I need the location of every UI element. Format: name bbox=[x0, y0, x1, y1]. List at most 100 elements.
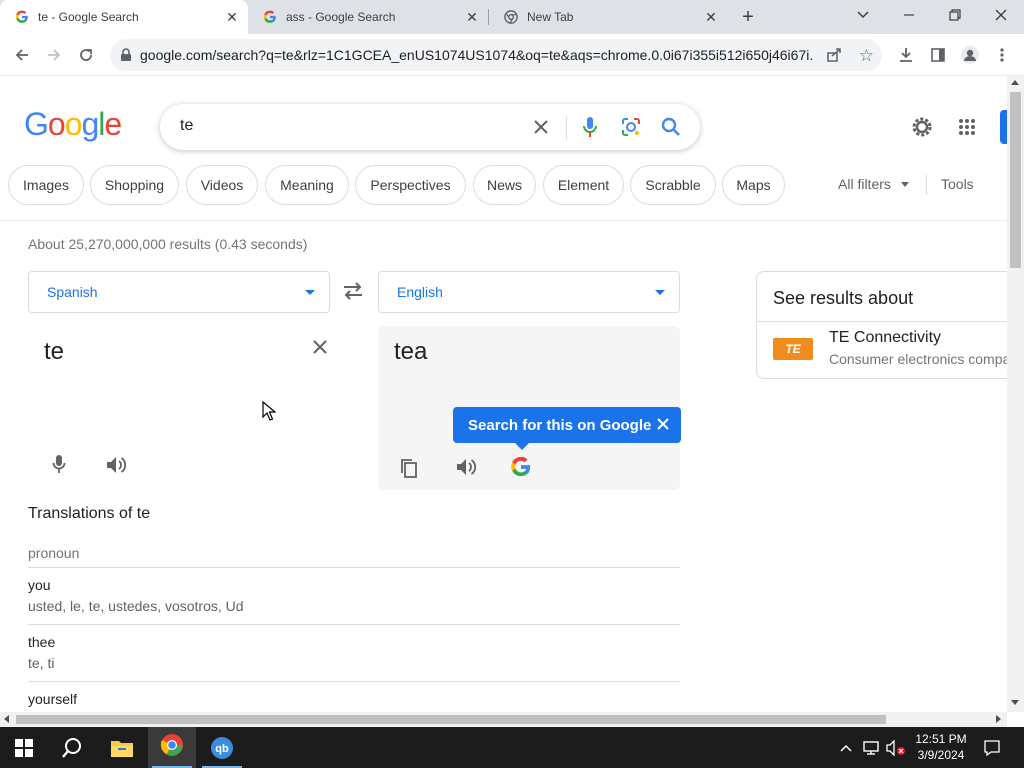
source-language-label: Spanish bbox=[47, 284, 98, 300]
tab-strip: te - Google Search ✕ ass - Google Search… bbox=[0, 0, 1024, 34]
entity-link[interactable]: TE TE Connectivity Consumer electronics … bbox=[757, 322, 1007, 378]
network-icon[interactable] bbox=[860, 727, 882, 768]
horizontal-scrollbar[interactable] bbox=[0, 712, 1007, 727]
divider bbox=[28, 681, 680, 682]
volume-muted-icon[interactable] bbox=[884, 727, 908, 768]
chrome-taskbar-button[interactable] bbox=[148, 727, 196, 768]
scroll-up-icon[interactable] bbox=[1011, 80, 1019, 85]
speaker-icon[interactable] bbox=[456, 458, 476, 481]
profile-icon[interactable] bbox=[957, 42, 983, 68]
folder-icon[interactable] bbox=[98, 727, 146, 768]
header-divider bbox=[0, 220, 1007, 221]
chevron-down-icon[interactable] bbox=[850, 2, 876, 28]
restore-icon[interactable] bbox=[942, 2, 968, 28]
mic-icon[interactable] bbox=[582, 116, 598, 143]
reload-icon[interactable] bbox=[73, 42, 99, 68]
translation-word: thee bbox=[28, 634, 56, 650]
tools-button[interactable]: Tools bbox=[941, 176, 974, 192]
search-input[interactable]: te bbox=[180, 117, 193, 135]
close-icon[interactable]: ✕ bbox=[462, 7, 482, 27]
google-search-icon[interactable] bbox=[510, 456, 532, 483]
star-icon[interactable]: ☆ bbox=[859, 46, 874, 66]
close-icon[interactable] bbox=[657, 417, 669, 434]
translation-word: yourself bbox=[28, 691, 78, 707]
lock-icon[interactable] bbox=[120, 48, 132, 62]
chip-perspectives[interactable]: Perspectives bbox=[355, 165, 466, 205]
divider bbox=[566, 116, 567, 140]
chip-maps[interactable]: Maps bbox=[722, 165, 785, 205]
filter-divider bbox=[926, 175, 927, 195]
vertical-scrollbar[interactable] bbox=[1007, 76, 1024, 712]
divider bbox=[28, 624, 680, 625]
caret-down-icon bbox=[305, 290, 315, 295]
chip-label: Videos bbox=[200, 177, 244, 193]
sign-in-button[interactable] bbox=[1000, 110, 1007, 144]
plus-icon[interactable]: + bbox=[735, 4, 761, 30]
close-window-icon[interactable] bbox=[988, 2, 1014, 28]
google-logo[interactable]: Google bbox=[24, 106, 122, 143]
google-results-page: Google te Images Shopping Videos Meaning bbox=[0, 76, 1007, 712]
address-bar[interactable]: google.com/search?q=te&rlz=1C1GCEA_enUS1… bbox=[110, 39, 882, 71]
scroll-right-icon[interactable] bbox=[996, 715, 1001, 723]
scrollbar-thumb[interactable] bbox=[1010, 92, 1021, 268]
chip-news[interactable]: News bbox=[473, 165, 536, 205]
tray-overflow-icon[interactable] bbox=[836, 727, 856, 768]
svg-text:qb: qb bbox=[215, 743, 229, 755]
share-icon[interactable] bbox=[826, 47, 842, 68]
download-icon[interactable] bbox=[893, 42, 919, 68]
forward-icon[interactable] bbox=[41, 42, 67, 68]
windows-taskbar: qb 12:51 PM 3/9/2024 bbox=[0, 727, 1024, 768]
target-language-select[interactable]: English bbox=[378, 271, 680, 313]
chip-element[interactable]: Element bbox=[543, 165, 624, 205]
sidepanel-icon[interactable] bbox=[925, 42, 951, 68]
source-language-select[interactable]: Spanish bbox=[28, 271, 330, 313]
speaker-icon[interactable] bbox=[106, 456, 126, 479]
search-for-this-tooltip[interactable]: Search for this on Google bbox=[453, 407, 681, 450]
apps-icon[interactable] bbox=[958, 118, 976, 141]
chip-videos[interactable]: Videos bbox=[186, 165, 258, 205]
tab-new-tab[interactable]: New Tab ✕ bbox=[489, 0, 727, 34]
scrollbar-thumb[interactable] bbox=[16, 715, 886, 724]
chip-meaning[interactable]: Meaning bbox=[265, 165, 349, 205]
chip-shopping[interactable]: Shopping bbox=[90, 165, 179, 205]
back-icon[interactable] bbox=[9, 42, 35, 68]
swap-icon[interactable] bbox=[342, 282, 364, 305]
scroll-down-icon[interactable] bbox=[1011, 700, 1019, 705]
all-filters-button[interactable]: All filters bbox=[838, 176, 909, 192]
windows-icon[interactable] bbox=[0, 727, 48, 768]
list-item: you usted, le, te, ustedes, vosotros, Ud bbox=[28, 577, 244, 614]
qbittorrent-icon[interactable]: qb bbox=[198, 727, 246, 768]
tab-ass-search[interactable]: ass - Google Search ✕ bbox=[248, 0, 488, 34]
search-icon[interactable] bbox=[660, 116, 682, 143]
clock-time: 12:51 PM bbox=[915, 732, 967, 746]
copy-icon[interactable] bbox=[400, 458, 418, 483]
chip-scrabble[interactable]: Scrabble bbox=[630, 165, 716, 205]
notification-icon[interactable] bbox=[980, 727, 1004, 768]
chrome-icon bbox=[503, 9, 519, 25]
list-item: thee te, ti bbox=[28, 634, 55, 671]
chip-images[interactable]: Images bbox=[8, 165, 84, 205]
chip-label: Perspectives bbox=[370, 177, 451, 193]
search-taskbar-icon[interactable] bbox=[48, 727, 96, 768]
gear-icon[interactable] bbox=[910, 115, 934, 144]
close-icon[interactable]: ✕ bbox=[701, 7, 721, 27]
entity-desc: Consumer electronics compa bbox=[829, 351, 1007, 367]
source-text-area[interactable]: te bbox=[28, 326, 348, 490]
source-text[interactable]: te bbox=[44, 338, 64, 366]
clear-source-icon[interactable] bbox=[312, 339, 328, 360]
part-of-speech: pronoun bbox=[28, 545, 80, 561]
entity-name[interactable]: TE Connectivity bbox=[829, 329, 941, 347]
clear-icon[interactable] bbox=[532, 118, 550, 141]
te-logo: TE bbox=[773, 338, 813, 360]
lens-icon[interactable] bbox=[620, 116, 642, 143]
minimize-icon[interactable] bbox=[896, 2, 922, 28]
mic-icon[interactable] bbox=[52, 454, 66, 479]
mouse-cursor-icon bbox=[262, 400, 277, 426]
tab-te-search[interactable]: te - Google Search ✕ bbox=[0, 0, 248, 34]
close-icon[interactable]: ✕ bbox=[222, 7, 242, 27]
clock[interactable]: 12:51 PM 3/9/2024 bbox=[912, 731, 970, 763]
chip-label: Meaning bbox=[280, 177, 334, 193]
search-box[interactable]: te bbox=[160, 104, 700, 150]
menu-icon[interactable] bbox=[989, 42, 1015, 68]
scroll-left-icon[interactable] bbox=[4, 715, 9, 723]
